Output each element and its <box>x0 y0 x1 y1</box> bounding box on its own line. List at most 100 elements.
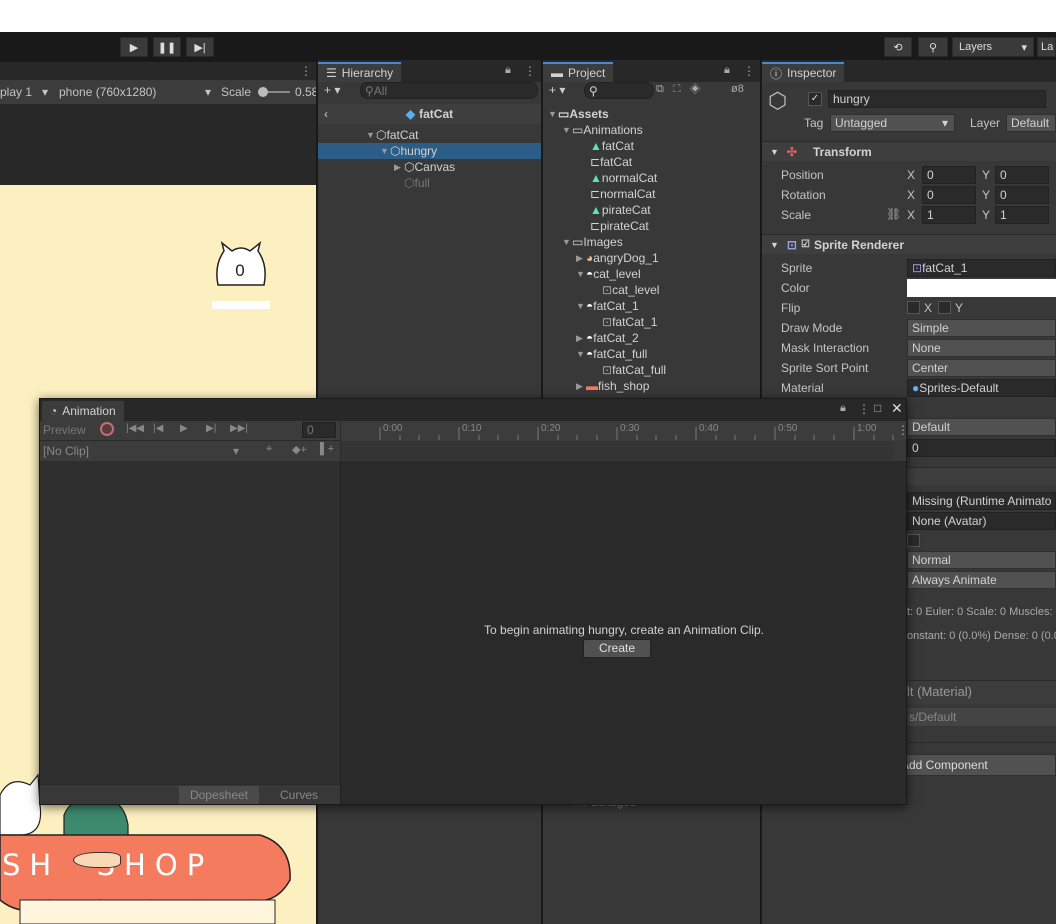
project-add-button[interactable]: + ▾ <box>549 83 565 97</box>
hidden-count[interactable]: ø8 <box>731 83 744 95</box>
layer-dropdown[interactable]: Default <box>1006 114 1056 132</box>
hierarchy-item-inactive[interactable]: ⬡ full <box>394 175 430 191</box>
lock-icon[interactable]: 🔒︎ <box>840 402 846 415</box>
project-asset[interactable]: ⊏ pirateCat <box>590 218 649 234</box>
search-button[interactable]: ⚲ <box>918 37 948 57</box>
transform-header[interactable]: ▼ ✣ Transform <box>762 141 1056 161</box>
scale-x-input[interactable]: 1 <box>922 206 976 224</box>
scale-slider-handle[interactable] <box>258 87 268 97</box>
project-asset[interactable]: ⊏ fatCat <box>590 154 632 170</box>
draw-mode-dropdown[interactable]: Simple <box>907 319 1056 337</box>
project-asset[interactable]: ▼ ◓ fatCat_full <box>576 346 647 362</box>
material-field[interactable]: ● Sprites-Default <box>907 379 1056 397</box>
next-key-icon[interactable]: ▶| <box>206 423 216 434</box>
timeline-menu-icon[interactable]: ⋮ <box>897 423 909 437</box>
project-asset[interactable]: ⊡ fatCat_full <box>602 362 666 378</box>
game-view-menu-icon[interactable]: ⋮ <box>300 64 312 78</box>
hierarchy-menu-icon[interactable]: ⋮ <box>524 64 536 78</box>
hierarchy-add-button[interactable]: + ▾ <box>324 83 354 99</box>
lock-icon[interactable]: 🔒︎ <box>505 64 511 77</box>
gameobject-large-icon[interactable]: ⬡ <box>768 88 787 114</box>
tab-animation[interactable]: ◔ Animation <box>42 401 124 421</box>
layers-dropdown[interactable]: Layers ▾ <box>952 37 1034 57</box>
project-asset[interactable]: ▼ ◓ cat_level <box>576 266 641 282</box>
active-checkbox[interactable]: ✓ <box>808 92 822 106</box>
color-swatch[interactable] <box>907 279 1056 297</box>
tab-project[interactable]: ▬ Project <box>543 62 614 82</box>
step-button[interactable]: ▶| <box>186 37 214 57</box>
update-mode-dropdown[interactable]: Normal <box>907 551 1056 569</box>
last-key-icon[interactable]: ▶▶| <box>230 423 248 434</box>
sprite-field[interactable]: ⊡ fatCat_1 <box>907 259 1056 277</box>
project-asset[interactable]: ▲ fatCat <box>590 138 634 154</box>
filter-type-icon[interactable]: ⧉ <box>656 83 673 95</box>
project-asset[interactable]: ⊡ cat_level <box>602 282 659 298</box>
preview-button[interactable]: Preview <box>43 423 86 437</box>
record-button[interactable] <box>100 422 114 436</box>
project-folder[interactable]: ▼ ▭ Animations <box>562 122 643 138</box>
maximize-icon[interactable]: □ <box>874 401 881 415</box>
history-button[interactable]: ⟲ <box>884 37 912 57</box>
layout-dropdown[interactable]: La <box>1037 37 1056 57</box>
add-keyframe-icon[interactable]: ◆+ <box>292 443 307 456</box>
add-event-icon[interactable]: ▌+ <box>320 443 334 455</box>
shader-field[interactable]: s/Default <box>907 708 1056 726</box>
flip-y-checkbox[interactable] <box>938 301 951 314</box>
prev-key-icon[interactable]: |◀ <box>153 423 163 434</box>
hierarchy-item[interactable]: ▼ ⬡ fatCat <box>366 127 419 143</box>
order-in-layer-input[interactable]: 0 <box>907 439 1056 457</box>
sort-point-dropdown[interactable]: Center <box>907 359 1056 377</box>
timeline-ruler[interactable]: 0:00 0:10 0:20 0:30 0:40 0:50 1:00 ⋮ <box>340 421 909 441</box>
project-filter-icons[interactable]: ⧉⛶◈ <box>656 83 710 96</box>
project-asset[interactable]: ▼ ◓ fatCat_1 <box>576 298 639 314</box>
project-menu-icon[interactable]: ⋮ <box>743 64 755 78</box>
project-folder[interactable]: ▼ ▭ Images <box>562 234 623 250</box>
add-component-button[interactable]: Add Component <box>900 754 1056 776</box>
rotation-y-input[interactable]: 0 <box>995 186 1049 204</box>
rotation-x-input[interactable]: 0 <box>922 186 976 204</box>
hierarchy-item[interactable]: ▶ ⬡ Canvas <box>394 159 455 175</box>
project-asset[interactable]: ▲ normalCat <box>590 170 657 186</box>
root-motion-checkbox[interactable] <box>907 534 920 547</box>
scale-slider[interactable] <box>258 87 290 97</box>
play-icon[interactable]: ▶ <box>180 423 188 434</box>
filter-label-icon[interactable]: ⛶ <box>673 83 690 95</box>
curves-tab[interactable]: Curves <box>260 786 338 804</box>
flip-x-checkbox[interactable] <box>907 301 920 314</box>
tag-icon[interactable]: ◈ <box>690 83 710 95</box>
enabled-checkbox[interactable]: ☑ <box>801 239 810 250</box>
avatar-field[interactable]: None (Avatar) <box>907 512 1056 530</box>
object-name-input[interactable]: hungry <box>828 90 1046 108</box>
display-dropdown[interactable]: play 1 ▾ <box>0 83 52 101</box>
project-asset[interactable]: ▶ ◕ angryDog_1 <box>576 250 659 266</box>
link-icon[interactable]: ⛓ <box>886 207 901 221</box>
position-y-input[interactable]: 0 <box>995 166 1049 184</box>
clip-dropdown[interactable]: [No Clip] ▾ <box>40 442 243 460</box>
sprite-renderer-header[interactable]: ▼ ⊡ ☑ Sprite Renderer <box>762 234 1056 254</box>
project-search-input[interactable]: ⚲ <box>584 82 654 99</box>
scene-header[interactable]: ‹ ◆ fatCat <box>318 104 541 124</box>
pause-button[interactable]: ❚❚ <box>153 37 181 57</box>
position-x-input[interactable]: 0 <box>922 166 976 184</box>
scale-y-input[interactable]: 1 <box>995 206 1049 224</box>
project-asset[interactable]: ▲ pirateCat <box>590 202 651 218</box>
lock-icon[interactable]: 🔒︎ <box>724 64 730 77</box>
animation-menu-icon[interactable]: ⋮ <box>858 402 870 416</box>
project-asset[interactable]: ⊏ normalCat <box>590 186 655 202</box>
tab-hierarchy[interactable]: ☰ Hierarchy <box>318 62 402 82</box>
project-folder-assets[interactable]: ▼ ▭ Assets <box>548 106 609 122</box>
play-button[interactable]: ▶ <box>120 37 148 57</box>
tab-inspector[interactable]: ⓘ Inspector <box>762 62 845 82</box>
project-asset[interactable]: ▶ ◓ fatCat_2 <box>576 330 639 346</box>
culling-mode-dropdown[interactable]: Always Animate <box>907 571 1056 589</box>
project-asset[interactable]: ▶ ▬ fish_shop <box>576 378 649 394</box>
filter-icon[interactable]: ⌖ <box>266 443 272 456</box>
dopesheet-tab[interactable]: Dopesheet <box>179 786 259 804</box>
event-lane[interactable] <box>340 441 893 461</box>
create-clip-button[interactable]: Create <box>583 639 651 658</box>
mask-interaction-dropdown[interactable]: None <box>907 339 1056 357</box>
frame-input[interactable]: 0 <box>302 422 336 438</box>
close-icon[interactable]: ✕ <box>891 400 903 417</box>
project-asset[interactable]: ⊡ fatCat_1 <box>602 314 657 330</box>
back-arrow-icon[interactable]: ‹ <box>324 107 328 121</box>
